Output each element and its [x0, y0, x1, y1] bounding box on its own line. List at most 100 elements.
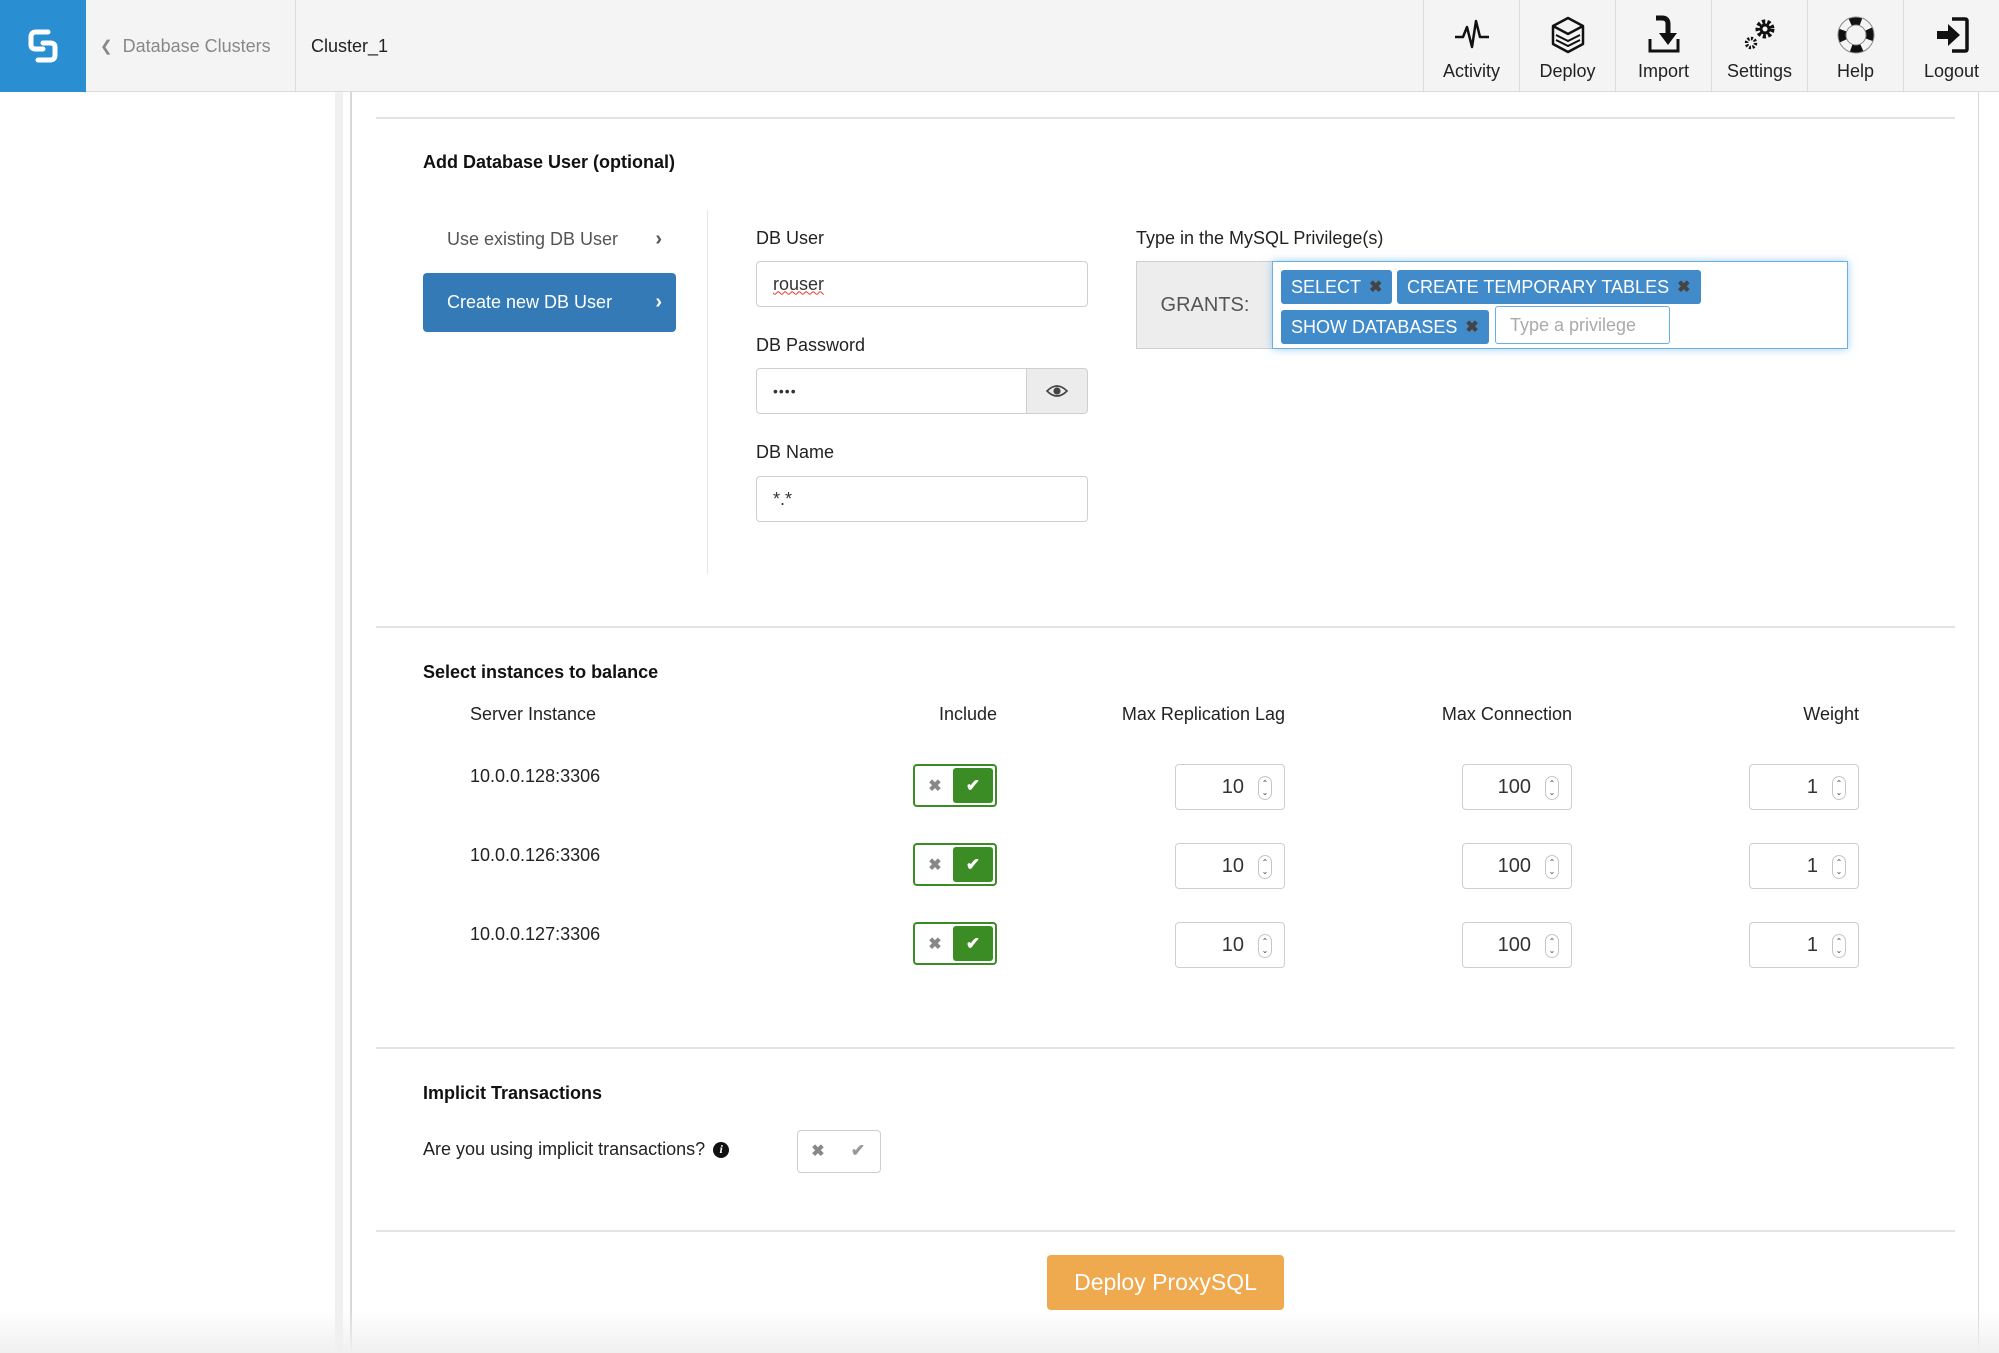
nav-logout[interactable]: Logout — [1903, 0, 1999, 92]
nav-settings[interactable]: Settings — [1711, 0, 1807, 92]
chevron-right-icon: › — [655, 227, 662, 250]
max-replication-lag-value: 10 — [1221, 933, 1244, 956]
privilege-tag-label: CREATE TEMPORARY TABLES — [1407, 276, 1670, 297]
include-toggle[interactable]: ✖ ✔ — [913, 764, 997, 807]
severalnines-logo-icon — [28, 29, 58, 63]
db-user-label: DB User — [756, 228, 825, 248]
import-icon — [1648, 15, 1679, 53]
logout-icon — [1936, 17, 1969, 53]
instances-section-title: Select instances to balance — [423, 662, 659, 682]
max-replication-lag-input[interactable]: 10 ⌃ ⌄ — [1175, 764, 1285, 810]
instance-name: 10.0.0.126:3306 — [470, 845, 601, 865]
max-connection-value: 100 — [1497, 775, 1531, 798]
max-connection-input[interactable]: 100 ⌃ ⌄ — [1462, 843, 1572, 889]
instance-name: 10.0.0.128:3306 — [470, 766, 601, 786]
x-icon: ✖ — [928, 935, 942, 953]
deploy-layers-icon — [1551, 16, 1584, 54]
use-existing-db-user-button[interactable]: Use existing DB User › — [423, 222, 676, 256]
settings-gears-icon — [1744, 19, 1774, 50]
implicit-transactions-question-text: Are you using implicit transactions? — [423, 1139, 706, 1159]
column-header-max-connection: Max Connection — [1441, 704, 1572, 724]
show-password-button[interactable] — [1026, 368, 1088, 414]
max-replication-lag-input[interactable]: 10 ⌃ ⌄ — [1175, 843, 1285, 889]
activity-pulse-icon — [1454, 19, 1489, 49]
deploy-proxysql-button[interactable]: Deploy ProxySQL — [1047, 1255, 1284, 1310]
content-left-border — [350, 92, 352, 1353]
max-connection-input[interactable]: 100 ⌃ ⌄ — [1462, 764, 1572, 810]
breadcrumb-database-clusters: Database Clusters — [122, 35, 271, 56]
nav-help[interactable]: Help — [1807, 0, 1903, 92]
content-right-border — [1978, 92, 1979, 1353]
privilege-tag[interactable]: CREATE TEMPORARY TABLES ✖ — [1397, 270, 1701, 304]
column-header-server-instance: Server Instance — [470, 704, 597, 724]
help-lifebuoy-icon — [1837, 16, 1874, 54]
remove-tag-icon[interactable]: ✖ — [1465, 317, 1478, 337]
section-divider — [376, 1047, 1955, 1049]
column-header-max-replication-lag: Max Replication Lag — [1121, 704, 1285, 724]
db-user-value: rouser — [773, 273, 825, 294]
privilege-tag-label: SHOW DATABASES — [1291, 316, 1458, 337]
eye-icon — [1046, 385, 1068, 397]
section-divider — [376, 117, 1955, 119]
breadcrumb-current: Cluster_1 — [311, 35, 389, 56]
max-connection-value: 100 — [1497, 854, 1531, 877]
db-user-input[interactable]: rouser — [756, 261, 1088, 307]
nav-activity[interactable]: Activity — [1423, 0, 1519, 92]
top-header: ❮ Database Clusters Cluster_1 Activity D… — [0, 0, 1999, 92]
spinner-icon[interactable]: ⌃ ⌄ — [1545, 934, 1559, 958]
check-icon: ✔ — [953, 847, 993, 882]
nav-import[interactable]: Import — [1615, 0, 1711, 92]
implicit-transactions-toggle[interactable]: ✖ ✔ — [797, 1130, 881, 1173]
privilege-tag[interactable]: SELECT ✖ — [1281, 270, 1393, 304]
db-name-input[interactable]: *.* — [756, 476, 1088, 522]
info-icon[interactable]: i — [713, 1141, 730, 1158]
breadcrumb-back-link[interactable]: ❮ Database Clusters — [100, 0, 271, 92]
spinner-icon[interactable]: ⌃ ⌄ — [1258, 934, 1272, 958]
nav-help-label: Help — [1836, 61, 1875, 81]
db-password-label: DB Password — [756, 335, 866, 355]
max-connection-value: 100 — [1497, 933, 1531, 956]
use-existing-label: Use existing DB User — [447, 228, 619, 249]
include-toggle[interactable]: ✖ ✔ — [913, 922, 997, 965]
privilege-type-input[interactable]: Type a privilege — [1495, 306, 1670, 344]
include-toggle[interactable]: ✖ ✔ — [913, 843, 997, 886]
implicit-transactions-title: Implicit Transactions — [423, 1083, 603, 1103]
vertical-divider — [707, 210, 708, 574]
privilege-tag[interactable]: SHOW DATABASES ✖ — [1281, 310, 1489, 344]
remove-tag-icon[interactable]: ✖ — [1369, 277, 1382, 297]
privileges-tag-input[interactable]: SELECT ✖ CREATE TEMPORARY TABLES ✖ SHOW … — [1272, 261, 1848, 349]
weight-input[interactable]: 1 ⌃ ⌄ — [1749, 843, 1859, 889]
breadcrumb-divider — [295, 0, 296, 92]
spinner-icon[interactable]: ⌃ ⌄ — [1545, 776, 1559, 800]
weight-input[interactable]: 1 ⌃ ⌄ — [1749, 764, 1859, 810]
sidebar-scroll-strip — [335, 92, 343, 1353]
chevron-left-icon: ❮ — [100, 38, 113, 55]
privilege-tag-label: SELECT — [1291, 276, 1362, 297]
spinner-icon[interactable]: ⌃ ⌄ — [1258, 855, 1272, 879]
spinner-icon[interactable]: ⌃ ⌄ — [1832, 776, 1846, 800]
remove-tag-icon[interactable]: ✖ — [1677, 277, 1690, 297]
db-password-input[interactable]: •••• — [756, 368, 1028, 414]
nav-deploy[interactable]: Deploy — [1519, 0, 1615, 92]
spinner-icon[interactable]: ⌃ ⌄ — [1545, 855, 1559, 879]
spinner-icon[interactable]: ⌃ ⌄ — [1832, 934, 1846, 958]
weight-value: 1 — [1806, 775, 1818, 798]
spinner-icon[interactable]: ⌃ ⌄ — [1258, 776, 1272, 800]
create-new-label: Create new DB User — [447, 292, 613, 312]
column-header-include: Include — [938, 704, 997, 724]
db-name-value: *.* — [773, 488, 793, 509]
column-header-weight: Weight — [1803, 704, 1859, 724]
nav-settings-label: Settings — [1726, 61, 1793, 81]
spinner-icon[interactable]: ⌃ ⌄ — [1832, 855, 1846, 879]
max-replication-lag-value: 10 — [1221, 854, 1244, 877]
create-new-db-user-button[interactable]: Create new DB User › — [423, 273, 676, 332]
max-replication-lag-input[interactable]: 10 ⌃ ⌄ — [1175, 922, 1285, 968]
check-icon: ✔ — [953, 926, 993, 961]
logo[interactable] — [0, 0, 86, 92]
instance-name: 10.0.0.127:3306 — [470, 924, 601, 944]
check-icon: ✔ — [850, 1140, 866, 1160]
weight-input[interactable]: 1 ⌃ ⌄ — [1749, 922, 1859, 968]
db-password-value: •••• — [773, 383, 797, 399]
x-icon: ✖ — [928, 856, 942, 874]
max-connection-input[interactable]: 100 ⌃ ⌄ — [1462, 922, 1572, 968]
